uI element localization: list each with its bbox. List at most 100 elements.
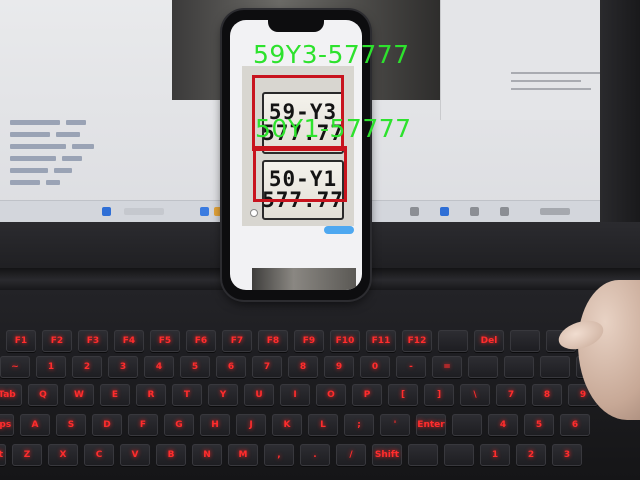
keyboard-key: Shift (372, 444, 402, 466)
keyboard-key: 4 (144, 356, 174, 378)
keyboard-key: 4 (488, 414, 518, 436)
keyboard-key: 3 (552, 444, 582, 466)
keyboard-row: Tab Q W E R T Y U I O P[] \ 7 8 9 (0, 384, 598, 406)
keyboard-key: F10 (330, 330, 360, 352)
keyboard-key: 5 (180, 356, 210, 378)
keyboard-key: 3 (108, 356, 138, 378)
keyboard-row: ~1 2 3 4 5 6 7 8 9 0- = (0, 356, 606, 378)
keyboard-key: 6 (216, 356, 246, 378)
keyboard-key: F4 (114, 330, 144, 352)
keyboard-key: F5 (150, 330, 180, 352)
keyboard-key: F11 (366, 330, 396, 352)
keyboard-key: 6 (560, 414, 590, 436)
keyboard-key: F9 (294, 330, 324, 352)
keyboard-key: K (272, 414, 302, 436)
keyboard-key: O (316, 384, 346, 406)
taskbar-app-icon (200, 207, 209, 216)
keyboard-key: Caps (0, 414, 14, 436)
keyboard-key: C (84, 444, 114, 466)
backlit-keyboard: F1 F2 F3 F4 F5 F6 F7 F8 F9 F10 F11 F12 Del ~1 2 3 4 5 6 7 8 9… (0, 290, 640, 480)
tray-icon (500, 207, 509, 216)
keyboard-key: \ (460, 384, 490, 406)
keyboard-key: B (156, 444, 186, 466)
keyboard-key: F2 (42, 330, 72, 352)
keyboard-key: Shift (0, 444, 6, 466)
detection-label: 50Y1-57777 (255, 114, 412, 143)
keyboard-key: 9 (324, 356, 354, 378)
keyboard-key: N (192, 444, 222, 466)
keyboard-key: Z (12, 444, 42, 466)
windows-start-icon (102, 207, 111, 216)
phone-notch (268, 20, 324, 32)
keyboard-key: ' (380, 414, 410, 436)
keyboard-key: 1 (36, 356, 66, 378)
keyboard-key: 8 (532, 384, 562, 406)
keyboard-key: T (172, 384, 202, 406)
keyboard-key: U (244, 384, 274, 406)
keyboard-key: 5 (524, 414, 554, 436)
keyboard-key: Y (208, 384, 238, 406)
keyboard-key: 7 (496, 384, 526, 406)
keyboard-key: W (64, 384, 94, 406)
keyboard-key: G (164, 414, 194, 436)
keyboard-key: [ (388, 384, 418, 406)
keyboard-key: V (120, 444, 150, 466)
keyboard-row: Shift ZXCVBNM,. / Shift 123 (0, 444, 582, 466)
keyboard-key: Q (28, 384, 58, 406)
keyboard-row: F1 F2 F3 F4 F5 F6 F7 F8 F9 F10 F11 F12 Del (6, 330, 612, 352)
keyboard-key: = (432, 356, 462, 378)
keyboard-row: Caps ASDFGHJKL; ' Enter 456 (0, 414, 590, 436)
radio-icon (250, 209, 258, 217)
tray-icon (470, 207, 479, 216)
keyboard-key: ~ (0, 356, 30, 378)
keyboard-key: M (228, 444, 258, 466)
taskbar-search-icon (124, 208, 164, 215)
keyboard-key: - (396, 356, 426, 378)
screen-right-panel (440, 0, 615, 120)
phone-bottom-image (252, 268, 356, 290)
keyboard-key: F (128, 414, 158, 436)
keyboard-key: A (20, 414, 50, 436)
keyboard-key (444, 444, 474, 466)
keyboard-key: F3 (78, 330, 108, 352)
camera-frame: F1 F2 F3 F4 F5 F6 F7 F8 F9 F10 F11 F12 Del ~1 2 3 4 5 6 7 8 9… (0, 0, 640, 480)
keyboard-key: 8 (288, 356, 318, 378)
keyboard-key: F7 (222, 330, 252, 352)
keyboard-key: F6 (186, 330, 216, 352)
keyboard-key (468, 356, 498, 378)
keyboard-key: Del (474, 330, 504, 352)
keyboard-key (438, 330, 468, 352)
keyboard-key: ; (344, 414, 374, 436)
keyboard-key: 0 (360, 356, 390, 378)
keyboard-key: Enter (416, 414, 446, 436)
keyboard-key: Tab (0, 384, 22, 406)
screen-file-list (10, 118, 150, 198)
keyboard-key (452, 414, 482, 436)
keyboard-key: L (308, 414, 338, 436)
keyboard-key (540, 356, 570, 378)
keyboard-key: S (56, 414, 86, 436)
keyboard-key: R (136, 384, 166, 406)
keyboard-key: X (48, 444, 78, 466)
keyboard-key: D (92, 414, 122, 436)
keyboard-key: , (264, 444, 294, 466)
tray-icon (410, 207, 419, 216)
send-button (324, 226, 354, 234)
keyboard-key: I (280, 384, 310, 406)
tray-icon (440, 207, 449, 216)
keyboard-key: F1 (6, 330, 36, 352)
keyboard-key (504, 356, 534, 378)
keyboard-key: / (336, 444, 366, 466)
keyboard-key: P (352, 384, 382, 406)
detection-label: 59Y3-57777 (253, 40, 410, 69)
keyboard-key: E (100, 384, 130, 406)
keyboard-key: ] (424, 384, 454, 406)
keyboard-key: H (200, 414, 230, 436)
keyboard-key: F8 (258, 330, 288, 352)
keyboard-key: . (300, 444, 330, 466)
keyboard-key (408, 444, 438, 466)
tray-clock-icon (540, 208, 570, 215)
keyboard-key: 2 (72, 356, 102, 378)
keyboard-key: J (236, 414, 266, 436)
keyboard-key: 7 (252, 356, 282, 378)
